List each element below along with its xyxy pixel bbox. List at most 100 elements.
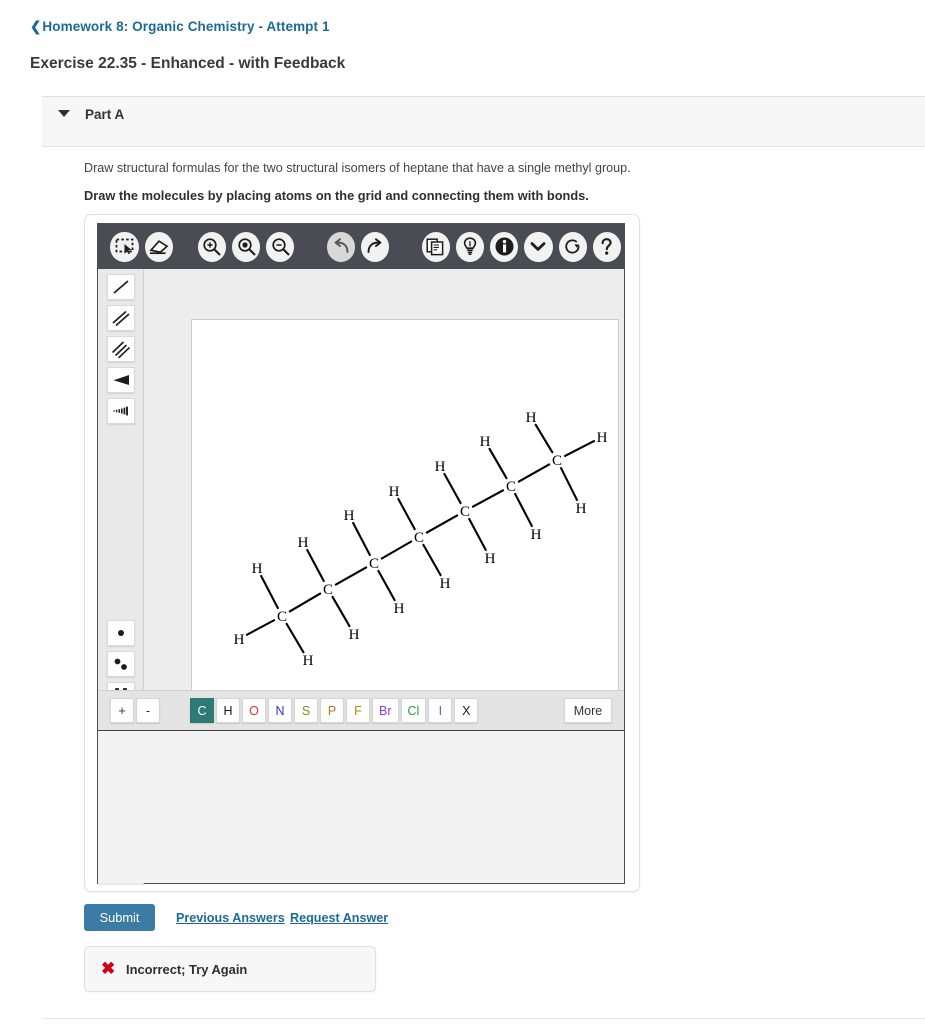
breadcrumb-label: Homework 8: Organic Chemistry - Attempt …: [42, 19, 330, 34]
atom-h4a[interactable]: H: [389, 484, 400, 500]
atom-h2a[interactable]: H: [298, 535, 309, 551]
chevron-down-icon[interactable]: [524, 231, 553, 262]
element-button-o[interactable]: O: [242, 698, 266, 723]
atom-c5[interactable]: C: [460, 504, 470, 520]
chevron-left-icon: ❮: [30, 19, 42, 34]
reset-icon[interactable]: [558, 231, 587, 262]
element-button-n[interactable]: N: [268, 698, 292, 723]
element-button-i[interactable]: I: [428, 698, 453, 723]
atom-h5b[interactable]: H: [485, 551, 496, 567]
caret-down-icon[interactable]: [58, 110, 70, 117]
element-button-p[interactable]: P: [320, 698, 344, 723]
breadcrumb-back-link[interactable]: ❮Homework 8: Organic Chemistry - Attempt…: [30, 19, 330, 35]
part-a-label: Part A: [85, 107, 125, 122]
bond-C3-H3a[interactable]: [352, 521, 371, 557]
part-a-header[interactable]: [42, 96, 925, 147]
atom-c7[interactable]: C: [552, 453, 562, 469]
status-tray: [98, 730, 624, 883]
atom-h7c[interactable]: H: [576, 501, 587, 517]
atom-c6[interactable]: C: [506, 479, 516, 495]
bond-C5-H5a[interactable]: [443, 472, 462, 505]
charge-plus-button[interactable]: +: [110, 698, 134, 723]
more-elements-button[interactable]: More: [564, 698, 612, 723]
submit-button[interactable]: Submit: [84, 904, 155, 931]
bond-C7-H7a[interactable]: [534, 423, 554, 454]
atom-h3a[interactable]: H: [344, 508, 355, 524]
bond-C1-H1b[interactable]: [245, 619, 276, 636]
atom-h1c[interactable]: H: [303, 653, 314, 669]
question-prompt: Draw structural formulas for the two str…: [84, 161, 631, 175]
atom-c4[interactable]: C: [414, 530, 424, 546]
atom-c1[interactable]: C: [277, 609, 287, 625]
bond-C2-H2b[interactable]: [331, 595, 351, 628]
bond-C2-H2a[interactable]: [306, 548, 325, 583]
bond-C1-C2[interactable]: [288, 592, 322, 613]
atom-c3[interactable]: C: [369, 556, 379, 572]
atom-h1b[interactable]: H: [234, 632, 245, 648]
bond-C3-C4[interactable]: [380, 540, 413, 560]
bond-C4-H4b[interactable]: [422, 543, 442, 577]
element-button-h[interactable]: H: [216, 698, 240, 723]
bond-C6-C7[interactable]: [517, 463, 551, 483]
atom-h7b[interactable]: H: [597, 430, 608, 446]
bond-C2-C3[interactable]: [334, 566, 368, 586]
double-bond-tool[interactable]: [106, 305, 135, 331]
molecule-canvas[interactable]: C C C C C C C H H H H H H H H H H H H H H H H: [191, 319, 619, 711]
select-marquee-icon[interactable]: [110, 231, 139, 262]
drawing-toolbar: [98, 224, 624, 269]
bond-C5-H5b[interactable]: [468, 517, 487, 552]
atom-h1a[interactable]: H: [252, 561, 263, 577]
single-electron-tool[interactable]: [106, 620, 135, 646]
page-title: Exercise 22.35 - Enhanced - with Feedbac…: [30, 55, 346, 72]
element-button-c[interactable]: C: [190, 698, 214, 723]
atom-h6a[interactable]: H: [480, 434, 491, 450]
element-palette: + - C H O N S P F Br Cl I X More: [98, 690, 624, 730]
atom-h2b[interactable]: H: [349, 627, 360, 643]
molecule-drawing-widget: CCCCCCCHHHHHHHHHHHHHHHH + - C H O N S P F Br Cl I…: [84, 214, 640, 892]
atom-h6b[interactable]: H: [531, 527, 542, 543]
bond-C5-C6[interactable]: [471, 489, 505, 508]
hash-bond-tool[interactable]: [106, 398, 135, 424]
bond-C6-H6b[interactable]: [514, 492, 533, 528]
bond-C1-H1a[interactable]: [260, 574, 279, 610]
bond-C7-H7c[interactable]: [559, 466, 579, 502]
previous-answers-link[interactable]: Previous Answers: [176, 911, 285, 925]
triple-bond-tool[interactable]: [106, 336, 135, 362]
bond-C1-H1c[interactable]: [285, 622, 305, 654]
molecule-structure: C C C C C C C H H H H H H H H H H H H H H H H: [234, 410, 608, 669]
lightbulb-icon[interactable]: [455, 231, 485, 262]
zoom-in-icon[interactable]: [197, 231, 226, 262]
zoom-out-icon[interactable]: [266, 231, 295, 262]
bond-C3-H3b[interactable]: [377, 569, 396, 602]
info-icon[interactable]: [490, 231, 519, 262]
copy-template-icon[interactable]: [421, 231, 450, 262]
bond-C4-H4a[interactable]: [397, 497, 416, 531]
footer-divider: [42, 1018, 925, 1019]
x-mark-icon: ✖: [101, 959, 116, 978]
atom-h3b[interactable]: H: [394, 601, 405, 617]
single-bond-tool[interactable]: [106, 274, 135, 300]
element-button-cl[interactable]: Cl: [400, 698, 427, 723]
zoom-fit-icon[interactable]: [231, 231, 261, 262]
undo-icon[interactable]: [326, 231, 355, 262]
bond-C7-H7b[interactable]: [563, 440, 596, 457]
help-icon[interactable]: [592, 231, 621, 262]
element-button-s[interactable]: S: [294, 698, 318, 723]
page-root: ❮Homework 8: Organic Chemistry - Attempt…: [0, 0, 925, 1024]
bond-C4-C5[interactable]: [425, 514, 459, 534]
atom-h4b[interactable]: H: [440, 576, 451, 592]
wedge-bond-tool[interactable]: [106, 367, 135, 393]
question-instruction: Draw the molecules by placing atoms on t…: [84, 188, 589, 203]
element-button-f[interactable]: F: [346, 698, 370, 723]
atom-c2[interactable]: C: [323, 582, 333, 598]
charge-minus-button[interactable]: -: [136, 698, 160, 723]
request-answer-link[interactable]: Request Answer: [290, 911, 388, 925]
lone-pair-tool[interactable]: [106, 651, 135, 677]
eraser-icon[interactable]: [144, 231, 173, 262]
element-button-x[interactable]: X: [454, 698, 479, 723]
element-button-br[interactable]: Br: [372, 698, 399, 723]
redo-icon[interactable]: [361, 231, 390, 262]
bond-C6-H6a[interactable]: [488, 447, 508, 480]
atom-h5a[interactable]: H: [435, 459, 446, 475]
atom-h7a[interactable]: H: [526, 410, 537, 426]
